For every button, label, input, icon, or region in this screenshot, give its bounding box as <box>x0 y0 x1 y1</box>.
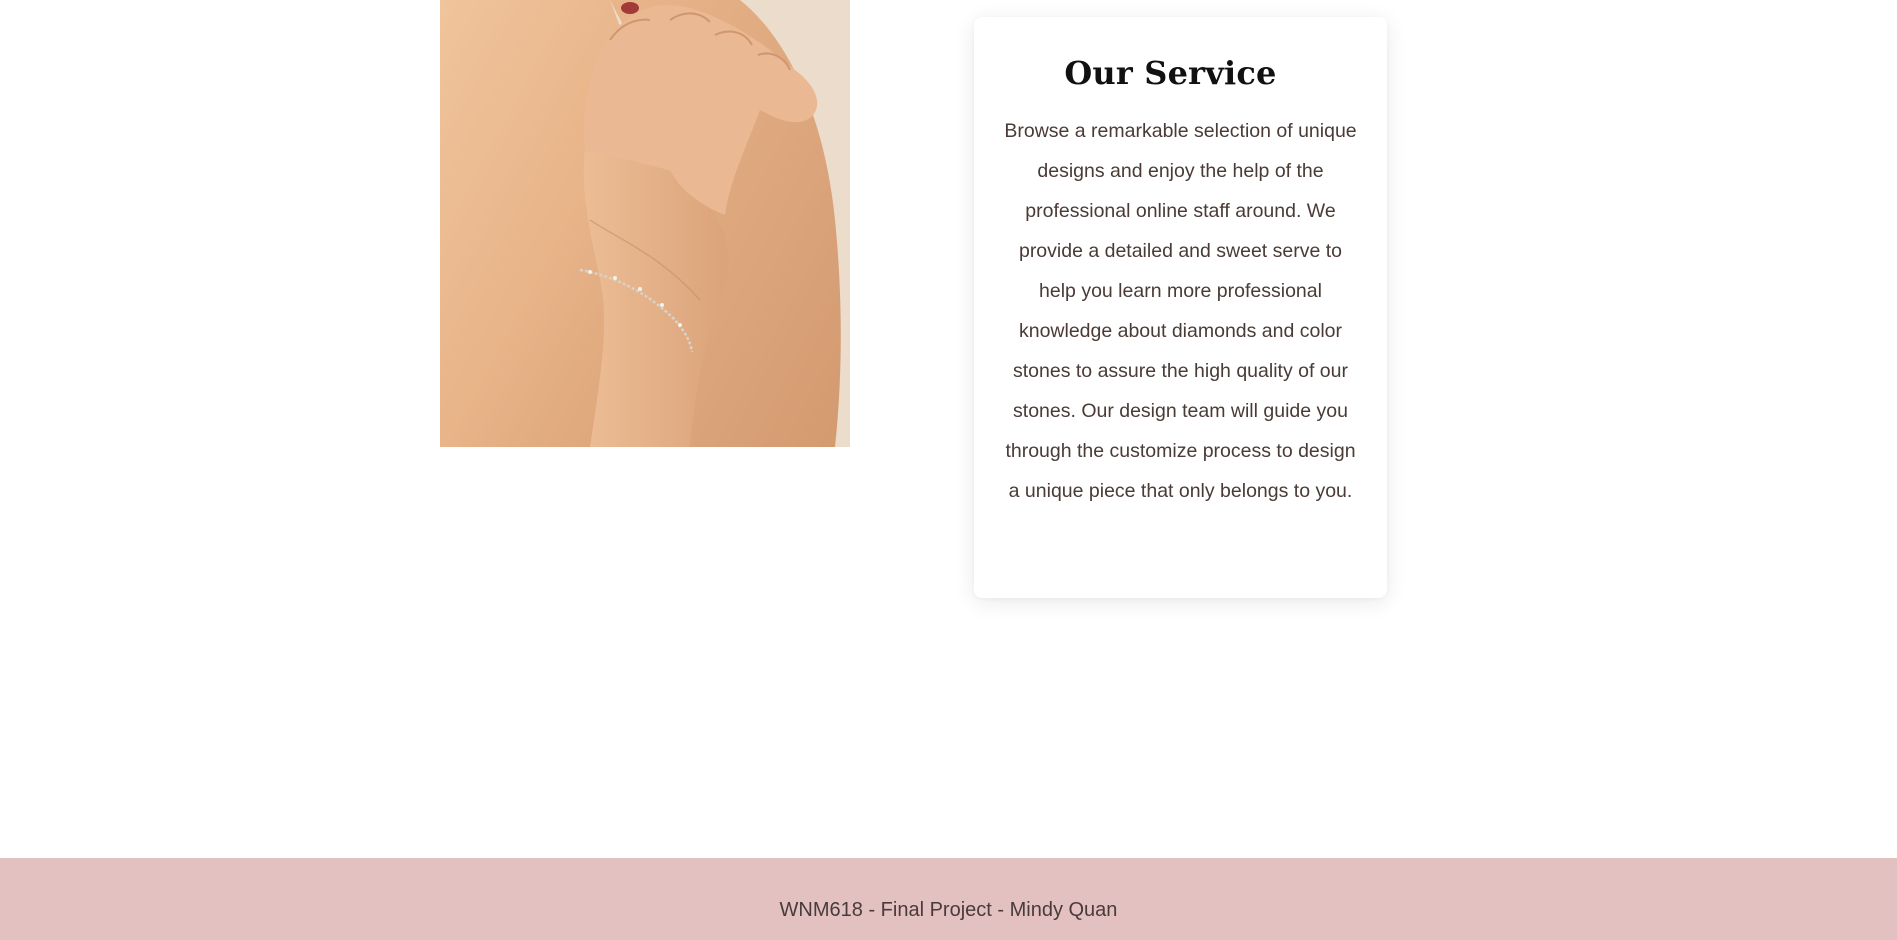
footer-credit: WNM618 - Final Project - Mindy Quan <box>779 899 1118 921</box>
service-description: Browse a remarkable selection of unique … <box>1004 120 1357 502</box>
our-service-card: Our Service Browse a remarkable selectio… <box>974 17 1387 598</box>
page: Our Service Browse a remarkable selectio… <box>0 0 1897 940</box>
bracelet-model-image <box>440 0 850 447</box>
footer: WNM618 - Final Project - Mindy Quan <box>0 858 1897 940</box>
service-title: Our Service <box>1064 54 1277 92</box>
